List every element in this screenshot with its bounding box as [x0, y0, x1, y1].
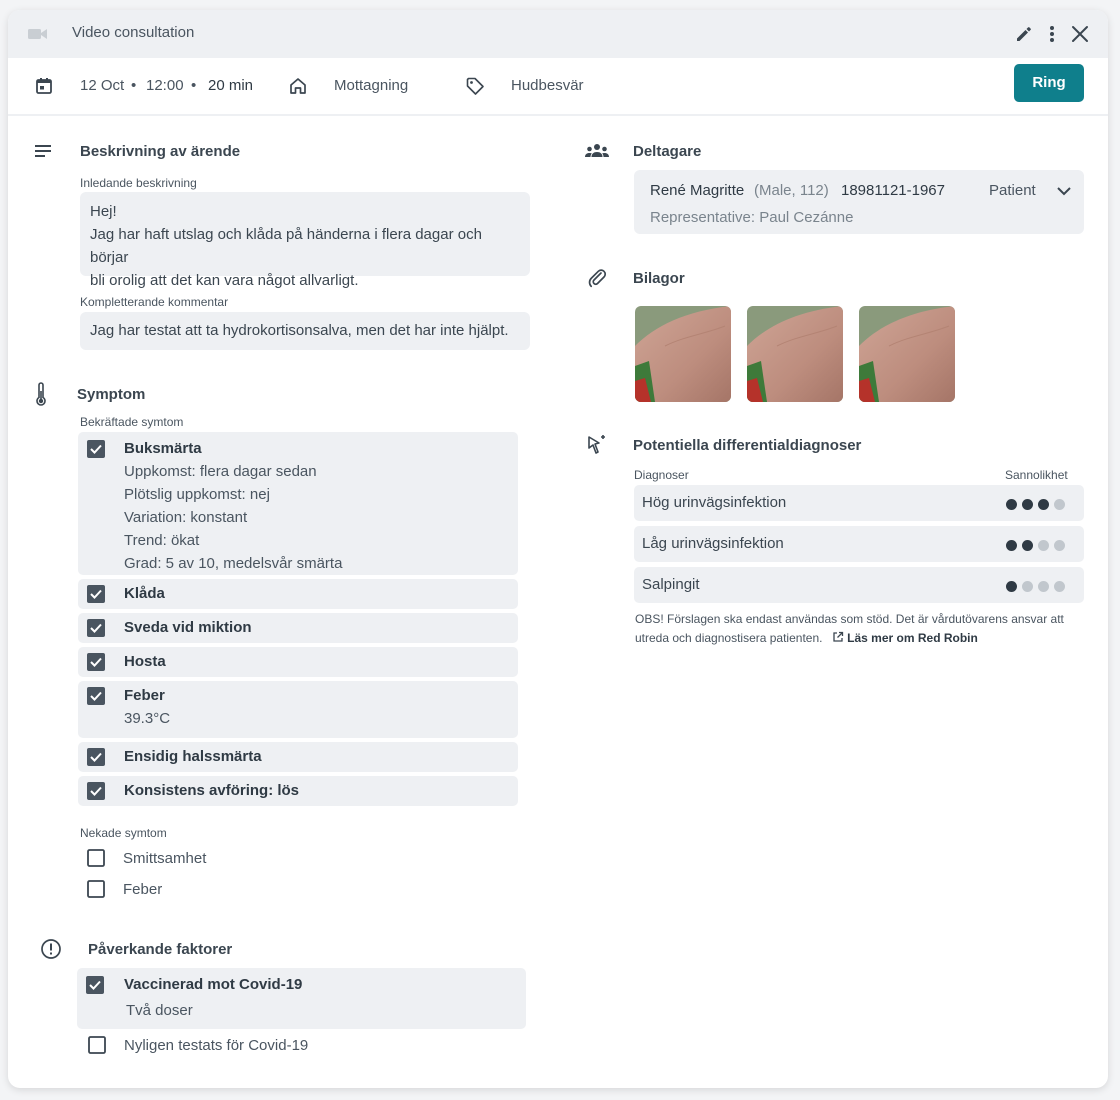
participant-representative: Representative: Paul Cezánne — [650, 209, 854, 226]
denied-symptom: Smittsamhet — [123, 850, 207, 867]
warning-circle-icon — [41, 939, 61, 959]
skin-photo-image — [859, 306, 955, 402]
symptom-detail: 39.3°C — [124, 710, 171, 727]
probability-indicator — [1006, 579, 1070, 592]
diagnoses-title: Potentiella differentialdiagnoser — [633, 437, 862, 454]
factor-detail: Två doser — [126, 1002, 193, 1019]
more-options-icon[interactable] — [1044, 24, 1060, 44]
disclaimer: OBS! Förslagen ska endast användas som s… — [635, 612, 1064, 645]
diagnosis-row[interactable]: Låg urinvägsinfektion — [634, 526, 1084, 562]
initial-description-label: Inledande beskrivning — [80, 176, 197, 190]
read-more-link[interactable]: Läs mer om Red Robin — [847, 631, 978, 645]
chevron-down-icon[interactable] — [1056, 184, 1072, 198]
probability-indicator — [1006, 497, 1070, 510]
symptoms-title: Symptom — [77, 386, 146, 403]
factor-name: Vaccinerad mot Covid-19 — [124, 976, 303, 993]
denied-symptom: Feber — [123, 881, 163, 898]
probability-column-label: Sannolikhet — [1005, 468, 1068, 482]
symptom-item: Konsistens avföring: lös — [78, 776, 518, 806]
external-link-icon — [833, 631, 843, 642]
checkbox-checked-icon[interactable] — [87, 440, 105, 458]
symptom-item: Ensidig halssmärta — [78, 742, 518, 772]
calendar-icon — [36, 78, 52, 94]
close-icon[interactable] — [1070, 24, 1090, 44]
checkbox-checked-icon[interactable] — [87, 748, 105, 766]
symptom-item: Hosta — [78, 647, 518, 677]
factor-name: Nyligen testats för Covid-19 — [124, 1037, 309, 1054]
diagnosis-name: Låg urinvägsinfektion — [642, 535, 784, 552]
probability-indicator — [1006, 538, 1070, 551]
checkbox-unchecked-icon[interactable] — [87, 880, 105, 898]
description-title: Beskrivning av ärende — [80, 143, 241, 160]
symptom-name: Feber — [124, 687, 165, 704]
tag-icon — [466, 77, 484, 95]
ring-button[interactable]: Ring — [1014, 64, 1084, 102]
checkbox-checked-icon[interactable] — [87, 782, 105, 800]
paperclip-icon — [588, 269, 607, 288]
symptom-detail: Variation: konstant — [124, 509, 248, 526]
participant-meta: (Male, 112) — [754, 182, 829, 199]
symptom-item: Sveda vid miktion — [78, 613, 518, 643]
checkbox-checked-icon[interactable] — [87, 653, 105, 671]
attachments-title: Bilagor — [633, 270, 685, 287]
window-title: Video consultation — [72, 24, 195, 41]
diagnosis-row[interactable]: Hög urinvägsinfektion — [634, 485, 1084, 521]
checkbox-checked-icon[interactable] — [87, 585, 105, 603]
consultation-window: Video consultation 12 Oct • 12:00 • 20 m… — [8, 10, 1108, 1088]
symptom-name: Sveda vid miktion — [124, 619, 252, 636]
symptom-name: Klåda — [124, 585, 165, 602]
denied-symptoms-label: Nekade symtom — [80, 826, 167, 840]
checkbox-checked-icon[interactable] — [86, 976, 104, 994]
symptom-name: Konsistens avföring: lös — [124, 782, 300, 799]
diagnoses-column-label: Diagnoser — [634, 468, 689, 482]
edit-icon[interactable] — [1014, 24, 1034, 44]
participants-title: Deltagare — [633, 143, 702, 160]
checkbox-checked-icon[interactable] — [87, 619, 105, 637]
symptom-name: Ensidig halssmärta — [124, 748, 262, 765]
symptom-item: Feber 39.3°C — [78, 681, 518, 738]
diagnosis-icon — [588, 435, 605, 454]
confirmed-symptoms-label: Bekräftade symtom — [80, 415, 184, 429]
initial-description-box: Hej! Jag har haft utslag och klåda på hä… — [80, 192, 530, 289]
home-icon — [290, 78, 306, 94]
participant-card[interactable]: René Magritte (Male, 112) 18981121-1967 … — [634, 170, 1084, 234]
location-label: Mottagning — [334, 77, 409, 94]
checkbox-checked-icon[interactable] — [87, 687, 105, 705]
symptom-name: Buksmärta — [124, 440, 202, 457]
symptom-detail: Plötslig uppkomst: nej — [124, 486, 270, 503]
factor-item: Vaccinerad mot Covid-19 Två doser — [77, 968, 526, 1029]
symptom-detail: Trend: ökat — [124, 532, 200, 549]
comment-label: Kompletterande kommentar — [80, 295, 229, 309]
attachment-thumbnail[interactable] — [747, 306, 843, 402]
title-bar: Video consultation — [8, 10, 1108, 58]
symptom-item: Klåda — [78, 579, 518, 609]
info-bar: 12 Oct • 12:00 • 20 min Mottagning Hudbe… — [8, 58, 1108, 116]
symptom-detail: Uppkomst: flera dagar sedan — [124, 463, 317, 480]
symptom-name: Hosta — [124, 653, 166, 670]
description-icon — [35, 145, 51, 157]
appointment-duration: 20 min — [208, 77, 254, 94]
comment-box: Jag har testat att ta hydrokortisonsalva… — [80, 312, 530, 350]
diagnosis-row[interactable]: Salpingit — [634, 567, 1084, 603]
thermometer-icon — [36, 382, 46, 406]
participant-name: René Magritte — [650, 182, 745, 199]
attachment-thumbnail[interactable] — [635, 306, 731, 402]
participant-role: Patient — [989, 182, 1036, 199]
checkbox-unchecked-icon[interactable] — [88, 1036, 106, 1054]
checkbox-unchecked-icon[interactable] — [87, 849, 105, 867]
factors-title: Påverkande faktorer — [88, 941, 233, 958]
participants-icon — [585, 144, 609, 157]
symptom-detail: Grad: 5 av 10, medelsvår smärta — [124, 555, 343, 572]
diagnosis-name: Hög urinvägsinfektion — [642, 494, 787, 511]
participant-id: 18981121-1967 — [841, 182, 945, 199]
category-tag: Hudbesvär — [511, 77, 584, 94]
appointment-time: 12:00 — [146, 77, 184, 94]
symptom-item: Buksmärta Uppkomst: flera dagar sedan Pl… — [78, 432, 518, 575]
skin-photo-image — [635, 306, 731, 402]
skin-photo-image — [747, 306, 843, 402]
video-camera-icon — [28, 29, 47, 39]
diagnosis-name: Salpingit — [642, 576, 700, 593]
attachment-thumbnail[interactable] — [859, 306, 955, 402]
appointment-date: 12 Oct — [80, 77, 125, 94]
